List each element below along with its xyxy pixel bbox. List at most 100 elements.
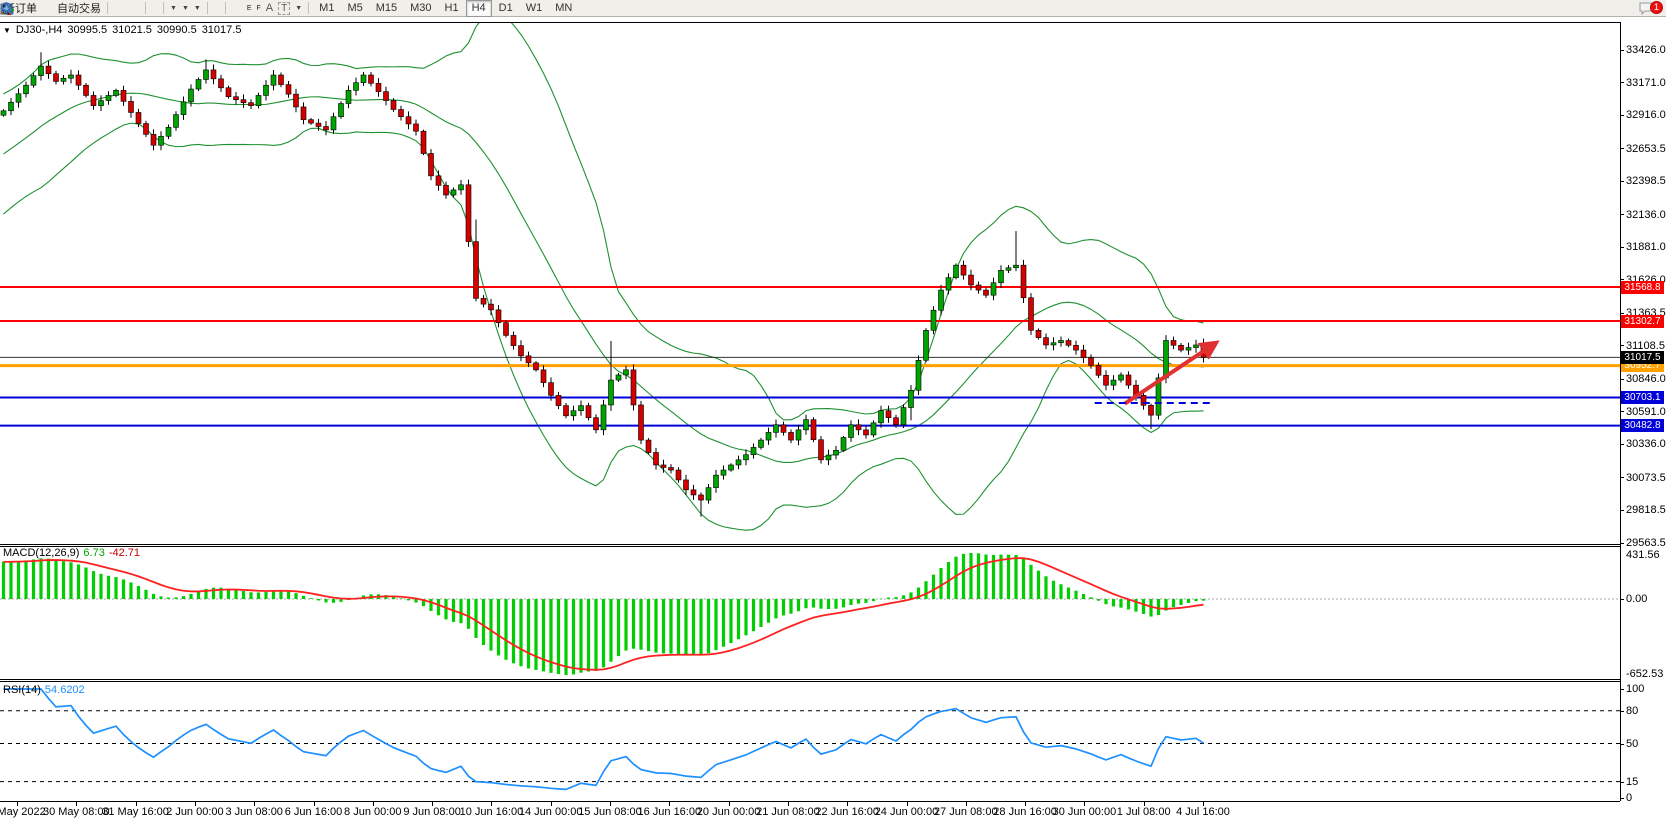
fibonacci-tool-button[interactable]: F <box>254 1 262 16</box>
price-axis-label: 30073.5 <box>1626 472 1666 484</box>
price-tick <box>1620 181 1624 182</box>
price-axis-label: 32653.5 <box>1626 143 1666 155</box>
vertical-line-tool-button[interactable] <box>230 1 234 16</box>
cursor-tool-button[interactable] <box>212 1 216 16</box>
templates-button[interactable]: ▼ <box>192 1 203 16</box>
main-chart-pane[interactable] <box>0 22 1620 544</box>
macd-axis-min: -652.53 <box>1626 668 1663 680</box>
history-center-button[interactable] <box>40 1 44 16</box>
ohlc-high: 31021.5 <box>112 24 152 36</box>
price-tick <box>1620 50 1624 51</box>
price-level-badge: 31302.7 <box>1621 315 1664 328</box>
chart-symbol-label: DJ30-,H4 <box>16 24 62 36</box>
text-tool-button[interactable]: A <box>264 1 275 16</box>
tf-h4-button[interactable]: H4 <box>466 0 492 17</box>
label-tool-icon: T <box>278 2 290 15</box>
price-axis-label: 33426.0 <box>1626 44 1666 56</box>
tf-m15-button[interactable]: M15 <box>370 0 403 17</box>
horizontal-line-tool-button[interactable] <box>235 1 239 16</box>
rsi-value: 54.6202 <box>45 684 85 696</box>
rsi-label: RSI(14) 54.6202 <box>3 684 85 696</box>
toolbar-separator <box>163 2 164 14</box>
trendline-tool-button[interactable] <box>240 1 244 16</box>
price-tick <box>1620 411 1624 412</box>
price-tick <box>1620 444 1624 445</box>
label-tool-button[interactable]: T <box>276 1 292 16</box>
periods-button[interactable]: ▼ <box>180 1 191 16</box>
price-axis-label: 31881.0 <box>1626 241 1666 253</box>
caret-icon: ▼ <box>182 5 189 12</box>
rsi-axis-tick <box>1620 689 1624 690</box>
macd-pane[interactable] <box>0 547 1620 679</box>
tf-d1-button[interactable]: D1 <box>493 0 519 17</box>
zoom-out-button[interactable] <box>132 1 136 16</box>
time-axis-label: 4 Jul 16:00 <box>1157 806 1249 818</box>
macd-axis-zero: 0.00 <box>1626 593 1647 605</box>
profiles-button[interactable] <box>150 1 154 16</box>
channel-tool-label: E <box>247 5 252 12</box>
rsi-pane[interactable] <box>0 683 1620 801</box>
tf-h1-button[interactable]: H1 <box>439 0 465 17</box>
crosshair-tool-button[interactable] <box>217 1 221 16</box>
add-window-button[interactable] <box>155 1 159 16</box>
price-axis-label: 32136.0 <box>1626 209 1666 221</box>
ohlc-low: 30990.5 <box>157 24 197 36</box>
chat-button[interactable]: 1 <box>1638 1 1664 16</box>
bar-chart-type-button[interactable] <box>112 1 116 16</box>
signals-button[interactable] <box>50 1 54 16</box>
line-chart-type-button[interactable] <box>122 1 126 16</box>
tf-m30-button[interactable]: M30 <box>404 0 437 17</box>
rsi-axis-label: 50 <box>1626 738 1638 750</box>
price-axis-label: 30336.0 <box>1626 438 1666 450</box>
price-axis-label: 29818.5 <box>1626 504 1666 516</box>
main-toolbar: 新订单 自动交易 ▼ ▼ <box>0 0 1666 17</box>
search-button[interactable] <box>1633 1 1637 16</box>
price-tick <box>1620 543 1624 544</box>
price-axis-label: 29563.5 <box>1626 537 1666 549</box>
tile-windows-button[interactable] <box>137 1 141 16</box>
candlestick-type-button[interactable] <box>117 1 121 16</box>
rsi-axis-tick <box>1620 798 1624 799</box>
chart-ohlc-header: ▼ DJ30-,H4 30995.5 31021.5 30990.5 31017… <box>3 24 241 36</box>
channel-tool-button[interactable]: E <box>245 1 254 16</box>
auto-trade-button[interactable]: 自动交易 <box>55 1 103 16</box>
price-tick <box>1620 148 1624 149</box>
price-level-badge: 31568.8 <box>1621 281 1664 294</box>
tf-m1-button[interactable]: M1 <box>313 0 340 17</box>
tf-mn-button[interactable]: MN <box>549 0 578 17</box>
caret-icon: ▼ <box>295 5 302 12</box>
price-axis-label: 32916.0 <box>1626 109 1666 121</box>
toolbar-separator <box>107 2 108 14</box>
auto-trade-label: 自动交易 <box>57 0 101 16</box>
rsi-axis-tick <box>1620 711 1624 712</box>
ohlc-close: 31017.5 <box>202 24 242 36</box>
macd-axis-tick <box>1620 599 1624 600</box>
symbol-dropdown-icon[interactable]: ▼ <box>3 26 11 35</box>
chart-frame-top <box>0 22 1620 23</box>
rsi-axis-label: 15 <box>1626 776 1638 788</box>
rsi-axis-label: 0 <box>1626 792 1632 804</box>
macd-title: MACD(12,26,9) <box>3 547 79 559</box>
search-icon <box>0 1 14 15</box>
zoom-in-button[interactable] <box>127 1 131 16</box>
current-price-badge: 31017.5 <box>1621 351 1664 364</box>
ohlc-open: 30995.5 <box>67 24 107 36</box>
pane-separator[interactable] <box>0 544 1666 547</box>
indicators-button[interactable]: ▼ <box>168 1 179 16</box>
caret-icon: ▼ <box>170 5 177 12</box>
shapes-tool-button[interactable]: ▼ <box>293 1 304 16</box>
text-tool-icon: A <box>266 2 273 14</box>
pane-separator[interactable] <box>0 679 1666 682</box>
notification-badge: 1 <box>1650 1 1663 14</box>
tf-m5-button[interactable]: M5 <box>341 0 368 17</box>
price-tick <box>1620 477 1624 478</box>
price-tick <box>1620 379 1624 380</box>
market-watch-button[interactable] <box>45 1 49 16</box>
price-tick <box>1620 115 1624 116</box>
rsi-title: RSI(14) <box>3 684 41 696</box>
time-axis[interactable]: 7 May 202230 May 08:0031 May 16:002 Jun … <box>0 801 1620 823</box>
price-axis-label: 33171.0 <box>1626 77 1666 89</box>
fibonacci-tool-label: F <box>256 5 260 12</box>
tf-w1-button[interactable]: W1 <box>520 0 549 17</box>
toolbar-separator <box>207 2 208 14</box>
